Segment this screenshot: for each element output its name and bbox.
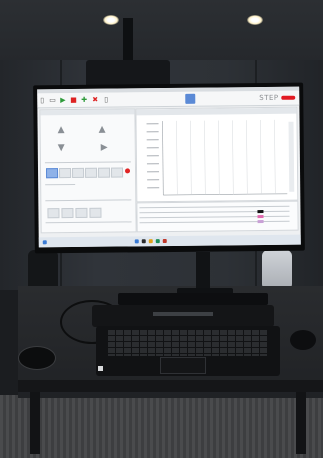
add-icon[interactable]: ✚ (81, 96, 87, 104)
y-axis (162, 121, 164, 196)
mode-button[interactable] (97, 167, 111, 178)
taskbar-app-icon[interactable] (141, 239, 146, 244)
mode-button[interactable] (58, 168, 72, 179)
ceiling-light (247, 15, 263, 25)
desk-leg (30, 392, 40, 454)
mode-button[interactable] (84, 167, 98, 178)
table-row[interactable] (139, 220, 290, 224)
jog-up-icon[interactable]: ▲ (99, 125, 106, 135)
divider (44, 161, 131, 164)
app-toolbar: ▯ ▭ ▶ ■ ✚ ✖ ▯ STEP (37, 90, 300, 109)
table-row[interactable] (139, 205, 290, 209)
control-panel-header (40, 109, 135, 116)
mode-button[interactable] (71, 167, 85, 179)
brand-swoosh (281, 95, 296, 100)
data-table-panel (136, 200, 299, 233)
mouse (290, 330, 316, 350)
chart-panel (135, 106, 299, 203)
taskbar-app-icon[interactable] (134, 239, 139, 244)
laptop-logo (153, 312, 213, 316)
jog-down-icon[interactable]: ▼ (58, 143, 65, 153)
start-icon[interactable] (42, 240, 47, 245)
carpet-floor (0, 395, 323, 458)
laptop-sticker (98, 366, 103, 371)
status-indicator (125, 168, 131, 174)
mode-icon[interactable] (185, 93, 196, 104)
stop-icon[interactable]: ■ (70, 96, 77, 104)
mode-button[interactable] (110, 167, 124, 178)
mode-button[interactable] (45, 168, 59, 179)
legend-swatch (257, 220, 264, 224)
table-row[interactable] (139, 215, 290, 219)
speaker (262, 250, 292, 290)
folder-icon[interactable]: ▭ (49, 96, 56, 104)
play-icon[interactable]: ▶ (60, 96, 65, 104)
close-icon[interactable]: ✖ (92, 96, 98, 104)
chart-svg (136, 107, 297, 196)
table-row[interactable] (139, 210, 290, 214)
divider (45, 221, 132, 224)
monitor-stand (196, 252, 210, 292)
brand-logo: STEP (259, 93, 279, 103)
tool-button[interactable] (75, 207, 88, 218)
legend-swatch (257, 215, 264, 219)
divider (45, 183, 76, 186)
tool-button[interactable] (89, 207, 102, 218)
jog-right-icon[interactable]: ▶ (101, 143, 108, 153)
photo-scene: ▯ ▭ ▶ ■ ✚ ✖ ▯ STEP ▲ ▼ ▲ ▶ (0, 0, 323, 458)
control-panel: ▲ ▼ ▲ ▶ (39, 108, 137, 234)
wireless-charger (18, 346, 56, 370)
y-tick-marks (146, 123, 160, 189)
document-icon[interactable]: ▯ (104, 96, 108, 104)
tool-button[interactable] (61, 208, 74, 219)
laptop-lid (92, 305, 274, 327)
document-icon[interactable]: ▯ (40, 96, 44, 104)
legend-swatch (257, 210, 264, 214)
chart-scrollbar[interactable] (288, 121, 295, 192)
desk-edge (18, 380, 323, 392)
keyboard (118, 293, 268, 305)
monitor-screen: ▯ ▭ ▶ ■ ✚ ✖ ▯ STEP ▲ ▼ ▲ ▶ (37, 86, 301, 248)
ceiling-light (103, 15, 119, 25)
jog-up-icon[interactable]: ▲ (58, 125, 65, 135)
divider (45, 199, 132, 202)
monitor: ▯ ▭ ▶ ■ ✚ ✖ ▯ STEP ▲ ▼ ▲ ▶ (33, 82, 305, 254)
desk-leg (296, 392, 306, 454)
taskbar-app-icon[interactable] (148, 239, 153, 244)
os-taskbar (38, 234, 301, 248)
tool-button[interactable] (47, 208, 60, 219)
vertical-gridlines (176, 119, 276, 195)
chart-header (136, 107, 297, 116)
laptop-keyboard-rows (108, 330, 268, 356)
taskbar-app-icon[interactable] (155, 239, 160, 244)
laptop-touchpad (160, 357, 206, 374)
taskbar-app-icon[interactable] (162, 239, 167, 244)
x-axis (163, 193, 288, 196)
